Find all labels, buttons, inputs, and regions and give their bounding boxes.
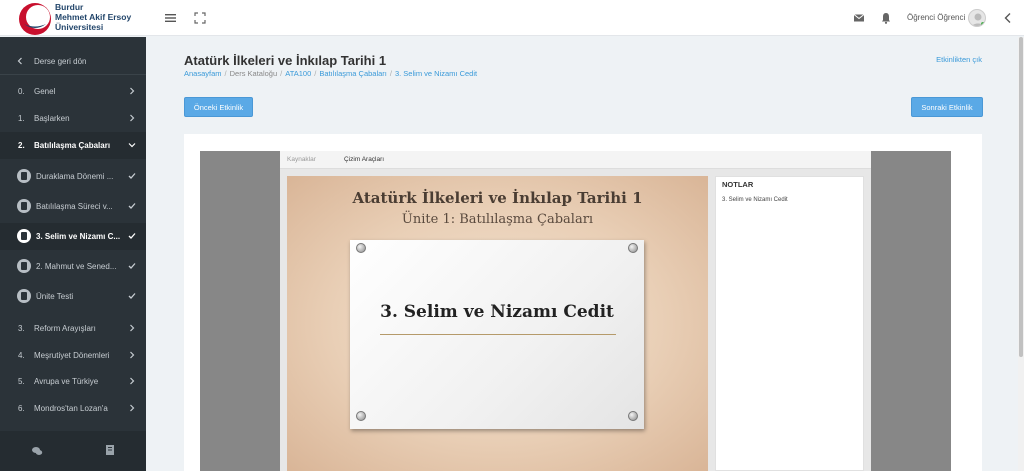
slide-heading: 3. Selim ve Nizamı Cedit bbox=[380, 302, 614, 322]
player-tabs: Kaynaklar Çizim Araçları bbox=[280, 151, 871, 169]
sidebar-activity-label: Batılılaşma Süreci v... bbox=[36, 202, 113, 211]
online-status-dot bbox=[981, 22, 985, 26]
breadcrumb-separator: / bbox=[389, 69, 392, 78]
chat-icon[interactable] bbox=[31, 445, 43, 457]
sidebar-item-label: Reform Arayışları bbox=[34, 324, 96, 333]
envelope-icon[interactable] bbox=[852, 11, 866, 25]
breadcrumb-catalog: Ders Kataloğu bbox=[229, 69, 278, 78]
sidebar-activity-selim[interactable]: 3. Selim ve Nizamı C... bbox=[0, 223, 146, 250]
sidebar-item-label: Avrupa ve Türkiye bbox=[34, 377, 99, 386]
notes-panel bbox=[715, 176, 864, 471]
sidebar-item-number: 0. bbox=[18, 87, 25, 96]
page-title: Atatürk İlkeleri ve İnkılap Tarihi 1 bbox=[184, 53, 387, 68]
breadcrumb-separator: / bbox=[224, 69, 227, 78]
checkmark-icon bbox=[128, 233, 136, 239]
sidebar-item-number: 4. bbox=[18, 351, 25, 360]
tab-resources[interactable]: Kaynaklar bbox=[287, 156, 316, 163]
fullscreen-icon[interactable] bbox=[193, 11, 207, 25]
notes-title: NOTLAR bbox=[722, 180, 754, 189]
sidebar-item-avrupa[interactable]: 5. Avrupa ve Türkiye bbox=[0, 368, 146, 395]
sidebar-activity-mahmut[interactable]: 2. Mahmut ve Sened... bbox=[0, 253, 146, 280]
sidebar-footer bbox=[0, 431, 146, 471]
next-activity-button[interactable]: Sonraki Etkinlik bbox=[911, 97, 983, 117]
sidebar-item-mesrutiyet[interactable]: 4. Meşrutiyet Dönemleri bbox=[0, 342, 146, 369]
sidebar-item-label: Mondros'tan Lozan'a bbox=[34, 404, 108, 413]
sidebar-item-number: 6. bbox=[18, 404, 25, 413]
sidebar-item-label: Başlarken bbox=[34, 114, 70, 123]
tab-drawing-tools[interactable]: Çizim Araçları bbox=[344, 156, 384, 163]
checkmark-icon bbox=[128, 263, 136, 269]
document-icon bbox=[17, 169, 31, 183]
university-name: Burdur Mehmet Akif Ersoy Üniversitesi bbox=[55, 2, 131, 32]
scrollbar-thumb[interactable] bbox=[1019, 37, 1023, 357]
checkmark-icon bbox=[128, 203, 136, 209]
document-icon bbox=[17, 259, 31, 273]
bookmark-book-icon[interactable] bbox=[105, 444, 115, 456]
breadcrumb-course[interactable]: ATA100 bbox=[285, 69, 311, 78]
document-icon bbox=[17, 199, 31, 213]
university-logo bbox=[19, 3, 51, 35]
chevron-right-icon bbox=[130, 114, 135, 122]
chevron-right-icon bbox=[130, 324, 135, 332]
sidebar-item-baslarken[interactable]: 1. Başlarken bbox=[0, 105, 146, 132]
university-name-line2: Mehmet Akif Ersoy bbox=[55, 12, 132, 22]
screw-icon bbox=[356, 243, 366, 253]
breadcrumb: Anasayfam / Ders Kataloğu / ATA100/Batılılaş… bbox=[184, 69, 477, 78]
chevron-down-icon bbox=[128, 143, 136, 148]
screw-icon bbox=[356, 411, 366, 421]
document-icon bbox=[17, 289, 31, 303]
sidebar-item-reform[interactable]: 3. Reform Arayışları bbox=[0, 315, 146, 342]
sidebar-activity-label: 2. Mahmut ve Sened... bbox=[36, 262, 117, 271]
screw-icon bbox=[628, 411, 638, 421]
sidebar-item-number: 1. bbox=[18, 114, 25, 123]
sidebar-back-to-course[interactable]: Derse geri dön bbox=[0, 48, 146, 75]
exit-activity-link[interactable]: Etkinlikten çık bbox=[936, 55, 982, 64]
menu-icon[interactable] bbox=[164, 11, 178, 25]
bell-icon[interactable] bbox=[879, 11, 893, 25]
sidebar-item-mondros[interactable]: 6. Mondros'tan Lozan'a bbox=[0, 395, 146, 422]
screw-icon bbox=[628, 243, 638, 253]
avatar[interactable] bbox=[968, 9, 986, 27]
sidebar: Derse geri dön 0. Genel 1. Başlarken 2. … bbox=[0, 37, 146, 471]
university-name-line3: Üniversitesi bbox=[55, 22, 104, 32]
sidebar-item-genel[interactable]: 0. Genel bbox=[0, 78, 146, 105]
previous-activity-button[interactable]: Önceki Etkinlik bbox=[184, 97, 253, 117]
user-name[interactable]: Öğrenci Öğrenci bbox=[907, 13, 965, 22]
chevron-right-icon bbox=[130, 351, 135, 359]
notes-item[interactable]: 3. Selim ve Nizamı Cedit bbox=[722, 197, 788, 203]
sidebar-activity-batililasma-sureci[interactable]: Batılılaşma Süreci v... bbox=[0, 193, 146, 220]
slide-title: Atatürk İlkeleri ve İnkılap Tarihi 1 bbox=[352, 189, 643, 207]
sidebar-item-label: Genel bbox=[34, 87, 56, 96]
chevron-left-icon[interactable] bbox=[1001, 11, 1015, 25]
breadcrumb-separator: / bbox=[280, 69, 283, 78]
page-scrollbar[interactable] bbox=[1018, 37, 1024, 471]
sidebar-back-label: Derse geri dön bbox=[34, 56, 87, 66]
checkmark-icon bbox=[128, 293, 136, 299]
sidebar-item-label: Batılılaşma Çabaları bbox=[34, 141, 111, 150]
breadcrumb-separator: / bbox=[314, 69, 317, 78]
breadcrumb-activity[interactable]: 3. Selim ve Nizamı Cedit bbox=[395, 69, 477, 78]
sidebar-activity-unite-testi[interactable]: Ünite Testi bbox=[0, 283, 146, 310]
chevron-right-icon bbox=[130, 377, 135, 385]
breadcrumb-section[interactable]: Batılılaşma Çabaları bbox=[319, 69, 387, 78]
sidebar-item-batililasma[interactable]: 2. Batılılaşma Çabaları bbox=[0, 132, 146, 159]
document-icon bbox=[17, 229, 31, 243]
checkmark-icon bbox=[128, 173, 136, 179]
sidebar-item-number: 2. bbox=[18, 141, 25, 150]
university-name-line1: Burdur bbox=[55, 2, 84, 12]
breadcrumb-home[interactable]: Anasayfam bbox=[184, 69, 222, 78]
chevron-left-icon bbox=[17, 57, 22, 65]
sidebar-item-number: 3. bbox=[18, 324, 25, 333]
sidebar-item-label: Meşrutiyet Dönemleri bbox=[34, 351, 110, 360]
chevron-right-icon bbox=[130, 404, 135, 412]
sidebar-item-number: 5. bbox=[18, 377, 25, 386]
slide-subtitle: Ünite 1: Batılılaşma Çabaları bbox=[401, 212, 594, 227]
slide-divider bbox=[380, 334, 616, 335]
chevron-right-icon bbox=[130, 87, 135, 95]
sidebar-activity-label: Duraklama Dönemi ... bbox=[36, 172, 114, 181]
top-bar: Burdur Mehmet Akif Ersoy Üniversitesi Öğ… bbox=[0, 0, 1024, 36]
sidebar-activity-label: 3. Selim ve Nizamı C... bbox=[36, 232, 121, 241]
sidebar-activity-duraklama[interactable]: Duraklama Dönemi ... bbox=[0, 163, 146, 190]
sidebar-activity-label: Ünite Testi bbox=[36, 292, 74, 301]
